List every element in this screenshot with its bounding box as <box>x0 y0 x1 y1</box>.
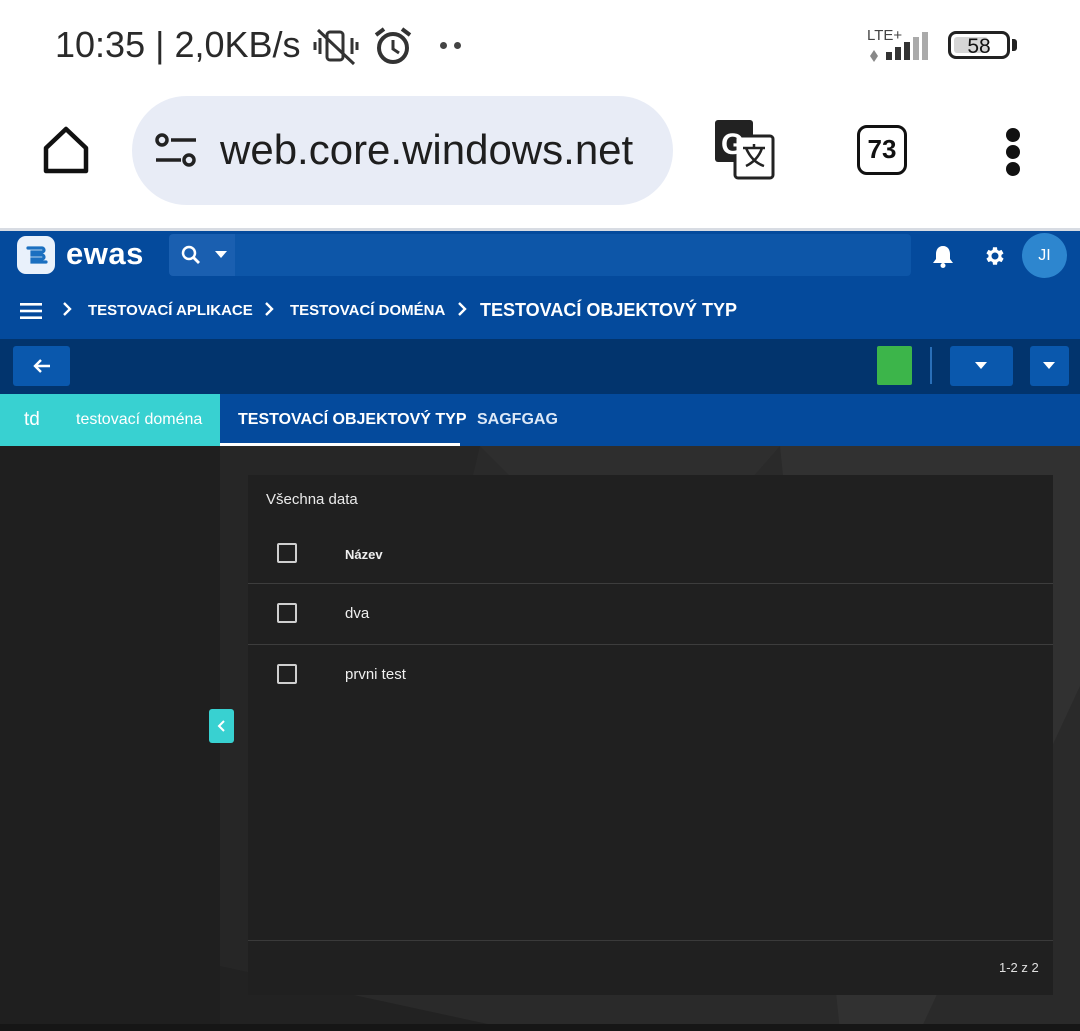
arrow-left-icon <box>33 359 50 373</box>
svg-text:G: G <box>721 128 744 161</box>
battery-icon: 58 <box>948 31 1010 59</box>
ewas-logo-icon[interactable] <box>17 236 55 274</box>
url-text[interactable]: web.core.windows.net <box>220 126 633 174</box>
breadcrumb-domain[interactable]: TESTOVACÍ DOMÉNA <box>290 302 445 319</box>
bell-icon[interactable] <box>932 244 954 268</box>
notification-dots-icon <box>440 42 462 50</box>
chevron-right-icon <box>63 302 72 316</box>
toolbar-separator <box>930 347 932 384</box>
breadcrumb-app[interactable]: TESTOVACÍ APLIKACE <box>88 302 253 319</box>
signal-icon <box>870 32 928 62</box>
domain-tab[interactable]: td testovací doména <box>0 394 220 446</box>
user-avatar[interactable]: JI <box>1022 233 1067 278</box>
row-checkbox[interactable] <box>277 664 297 684</box>
breadcrumb-object-type: TESTOVACÍ OBJEKTOVÝ TYP <box>480 300 738 320</box>
table-cell-name: prvni test <box>345 666 406 683</box>
table-cell-name: dva <box>345 605 370 622</box>
hamburger-menu-icon[interactable] <box>20 302 42 320</box>
site-settings-icon[interactable] <box>154 132 198 168</box>
domain-abbr: td <box>24 409 40 430</box>
toolbar <box>0 339 1080 394</box>
battery-tip <box>1012 39 1017 51</box>
side-panel <box>0 446 220 1031</box>
status-time: 10:35 | 2,0KB/s <box>55 24 301 65</box>
chevron-right-icon <box>458 302 467 316</box>
dropdown-button[interactable] <box>950 346 1013 386</box>
tab-label: TESTOVACÍ OBJEKTOVÝ TYP <box>238 411 467 428</box>
pagination-info: 1-2 z 2 <box>999 960 1039 975</box>
vibrate-off-icon <box>313 28 359 66</box>
table-footer-divider <box>248 940 1053 941</box>
battery-level: 58 <box>967 35 991 58</box>
table-title: Všechna data <box>266 491 358 508</box>
tab-object-type[interactable]: TESTOVACÍ OBJEKTOVÝ TYP <box>220 394 467 446</box>
caret-down-icon <box>1043 362 1055 369</box>
row-checkbox[interactable] <box>277 603 297 623</box>
search-icon <box>181 245 200 264</box>
home-icon[interactable] <box>40 124 92 176</box>
caret-down-icon <box>975 362 987 369</box>
search-mode-button[interactable] <box>169 234 235 276</box>
chevron-left-icon <box>217 720 225 732</box>
caret-down-icon <box>215 251 227 258</box>
domain-name: testovací doména <box>76 411 203 428</box>
tab-count-button[interactable]: 73 <box>857 125 907 175</box>
gear-icon[interactable] <box>982 244 1006 268</box>
bottom-edge <box>0 1024 1080 1031</box>
app-logo[interactable]: ewas <box>66 236 144 272</box>
search-input[interactable] <box>235 234 911 276</box>
chevron-right-icon <box>265 302 274 316</box>
back-button[interactable] <box>13 346 70 386</box>
status-color-button[interactable] <box>877 346 912 385</box>
translate-icon[interactable]: G <box>713 118 777 182</box>
collapse-panel-button[interactable] <box>209 709 234 743</box>
alarm-icon <box>374 27 412 64</box>
column-header-name[interactable]: Název <box>345 547 383 562</box>
more-dropdown-button[interactable] <box>1030 346 1069 386</box>
select-all-checkbox[interactable] <box>277 543 297 563</box>
browser-menu-icon[interactable] <box>1006 128 1022 176</box>
tab-sagfgag[interactable]: SAGFGAG <box>477 411 558 429</box>
